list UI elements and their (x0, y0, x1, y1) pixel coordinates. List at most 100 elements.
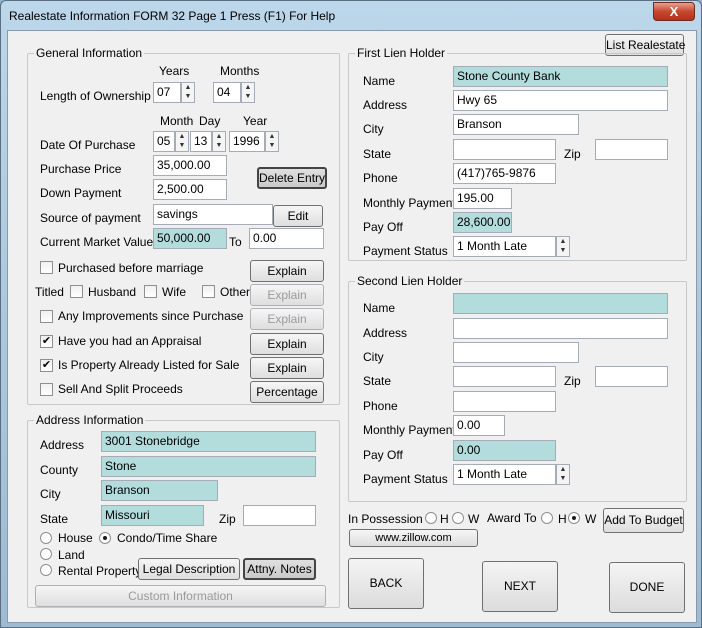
zillow-link-button[interactable]: www.zillow.com (349, 529, 478, 547)
first-lien-status-input[interactable]: 1 Month Late (453, 236, 556, 257)
other-checkbox[interactable] (202, 285, 215, 298)
city-input[interactable]: Branson (101, 480, 218, 501)
second-lien-address-label: Address (363, 326, 408, 340)
purchase-price-input[interactable]: 35,000.00 (153, 155, 227, 176)
award-h-label: H (558, 512, 567, 526)
spin-up-icon[interactable]: ▲ (182, 83, 194, 92)
rental-property-radio[interactable] (40, 564, 52, 576)
form-body: List Realestate General Information Year… (7, 30, 697, 623)
spin-down-icon[interactable]: ▼ (182, 92, 194, 101)
first-lien-monthly-input[interactable]: 195.00 (453, 188, 512, 209)
spin-down-icon[interactable]: ▼ (242, 92, 254, 101)
spin-down-icon[interactable]: ▼ (176, 141, 188, 150)
award-h-radio[interactable] (541, 512, 553, 524)
months-input[interactable]: 04 (213, 82, 241, 103)
next-button[interactable]: NEXT (482, 561, 558, 612)
spin-down-icon[interactable]: ▼ (557, 474, 569, 483)
sell-split-checkbox[interactable] (40, 383, 53, 396)
current-market-value-label: Current Market Value (40, 235, 154, 249)
possession-w-radio[interactable] (452, 512, 464, 524)
spin-down-icon[interactable]: ▼ (213, 141, 225, 150)
purchase-year-spinner[interactable]: ▲ ▼ (265, 131, 279, 152)
county-label: County (40, 463, 79, 477)
possession-h-radio[interactable] (425, 512, 437, 524)
wife-checkbox[interactable] (144, 285, 157, 298)
first-lien-address-input[interactable]: Hwy 65 (453, 90, 668, 111)
source-of-payment-input[interactable]: savings (153, 204, 273, 225)
state-input[interactable]: Missouri (101, 505, 204, 526)
appraisal-checkbox[interactable]: ✔ (40, 335, 53, 348)
condo-radio[interactable] (99, 532, 111, 544)
street-address-input[interactable]: 3001 Stonebridge (101, 431, 316, 452)
second-lien-name-input[interactable] (453, 293, 668, 314)
listed-for-sale-label: Is Property Already Listed for Sale (58, 358, 240, 372)
first-lien-status-spinner[interactable]: ▲ ▼ (556, 236, 570, 257)
spin-down-icon[interactable]: ▼ (557, 246, 569, 255)
house-radio[interactable] (40, 532, 52, 544)
second-lien-zip-label: Zip (564, 374, 581, 388)
spin-up-icon[interactable]: ▲ (213, 132, 225, 141)
county-input[interactable]: Stone (101, 456, 316, 477)
purchase-month-spinner[interactable]: ▲ ▼ (175, 131, 189, 152)
second-lien-monthly-input[interactable]: 0.00 (453, 415, 505, 436)
spin-up-icon[interactable]: ▲ (176, 132, 188, 141)
spin-up-icon[interactable]: ▲ (266, 132, 278, 141)
rental-property-label: Rental Property (58, 564, 142, 578)
market-value-to-input[interactable]: 0.00 (249, 228, 324, 249)
edit-source-button[interactable]: Edit (273, 205, 323, 227)
close-button[interactable]: X (653, 2, 695, 21)
second-lien-address-input[interactable] (453, 318, 668, 339)
second-lien-phone-input[interactable] (453, 391, 556, 412)
first-lien-name-input[interactable]: Stone County Bank (453, 66, 668, 87)
explain-marriage-button[interactable]: Explain (250, 260, 324, 282)
years-input[interactable]: 07 (153, 82, 181, 103)
second-lien-state-input[interactable] (453, 366, 556, 387)
second-lien-holder-label: Second Lien Holder (355, 274, 465, 288)
spin-up-icon[interactable]: ▲ (557, 465, 569, 474)
add-to-budget-button[interactable]: Add To Budget (603, 508, 684, 533)
first-lien-zip-input[interactable] (595, 139, 668, 160)
appraisal-label: Have you had an Appraisal (58, 334, 202, 348)
delete-entry-button[interactable]: Delete Entry (257, 167, 327, 189)
first-lien-phone-label: Phone (363, 171, 398, 185)
purchase-day-spinner[interactable]: ▲ ▼ (212, 131, 226, 152)
percentage-button[interactable]: Percentage (250, 381, 324, 403)
second-lien-status-spinner[interactable]: ▲ ▼ (556, 464, 570, 485)
first-lien-state-input[interactable] (453, 139, 556, 160)
first-lien-city-label: City (363, 122, 384, 136)
spin-up-icon[interactable]: ▲ (242, 83, 254, 92)
back-button[interactable]: BACK (348, 558, 424, 609)
explain-listed-button[interactable]: Explain (250, 357, 324, 379)
years-spinner[interactable]: ▲ ▼ (181, 82, 195, 103)
second-lien-payoff-input[interactable]: 0.00 (453, 440, 556, 461)
husband-checkbox[interactable] (70, 285, 83, 298)
attorney-notes-button[interactable]: Attny. Notes (243, 558, 316, 580)
months-spinner[interactable]: ▲ ▼ (241, 82, 255, 103)
second-lien-zip-input[interactable] (595, 366, 668, 387)
purchase-price-label: Purchase Price (40, 162, 122, 176)
zip-input[interactable] (243, 505, 316, 526)
second-lien-status-input[interactable]: 1 Month Late (453, 464, 556, 485)
spin-down-icon[interactable]: ▼ (266, 141, 278, 150)
second-lien-city-input[interactable] (453, 342, 579, 363)
purchased-before-marriage-checkbox[interactable] (40, 261, 53, 274)
spin-up-icon[interactable]: ▲ (557, 237, 569, 246)
explain-titled-button[interactable]: Explain (250, 284, 324, 306)
explain-appraisal-button[interactable]: Explain (250, 333, 324, 355)
listed-for-sale-checkbox[interactable]: ✔ (40, 359, 53, 372)
purchase-year-input[interactable]: 1996 (229, 131, 265, 152)
first-lien-phone-input[interactable]: (417)765-9876 (453, 163, 556, 184)
award-w-radio[interactable] (568, 512, 580, 524)
down-payment-input[interactable]: 2,500.00 (153, 179, 227, 200)
explain-improvements-button[interactable]: Explain (250, 308, 324, 330)
purchase-day-input[interactable]: 13 (190, 131, 212, 152)
done-button[interactable]: DONE (609, 562, 685, 613)
first-lien-payoff-input[interactable]: 28,600.00 (453, 212, 512, 233)
purchase-month-input[interactable]: 05 (153, 131, 175, 152)
legal-description-button[interactable]: Legal Description (138, 558, 240, 580)
first-lien-city-input[interactable]: Branson (453, 114, 579, 135)
improvements-checkbox[interactable] (40, 310, 53, 323)
custom-information-button[interactable]: Custom Information (35, 585, 326, 607)
land-radio[interactable] (40, 548, 52, 560)
market-value-input[interactable]: 50,000.00 (153, 228, 227, 249)
